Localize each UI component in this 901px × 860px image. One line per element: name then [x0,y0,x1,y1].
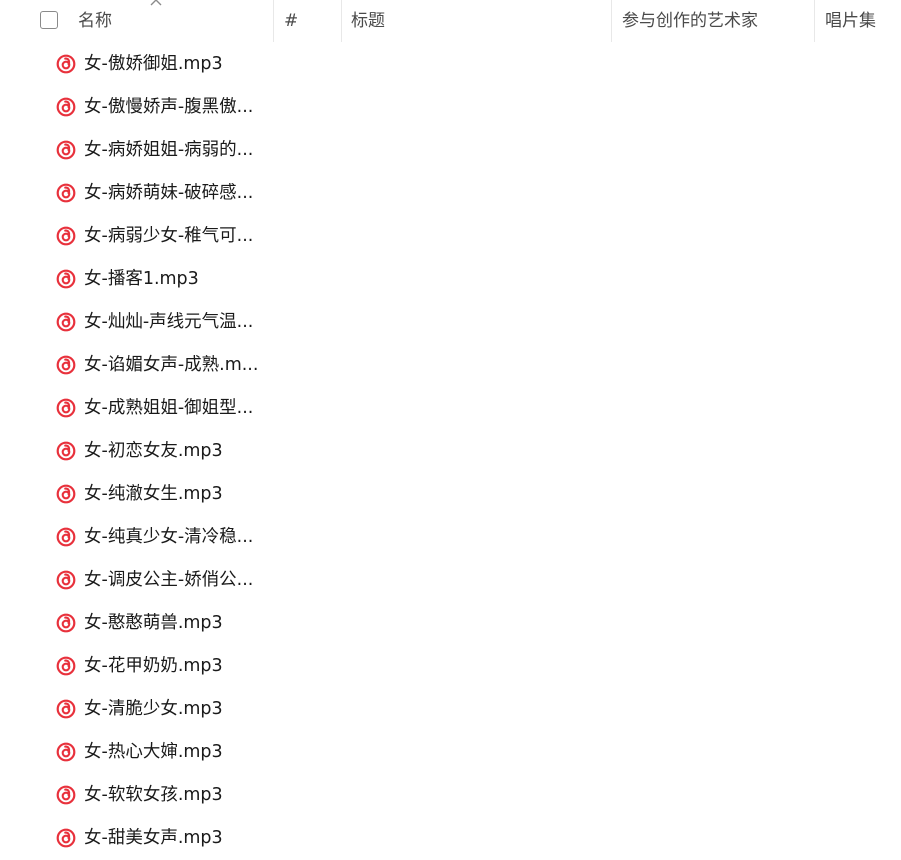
file-row[interactable]: 女-傲慢娇声-腹黑傲... [0,86,901,129]
file-name: 女-花甲奶奶.mp3 [84,656,223,676]
column-divider[interactable] [611,0,612,42]
file-row[interactable]: 女-纯真少女-清冷稳... [0,516,901,559]
file-row[interactable]: 女-傲娇御姐.mp3 [0,43,901,86]
file-row[interactable]: 女-甜美女声.mp3 [0,817,901,860]
file-row[interactable]: 女-清脆少女.mp3 [0,688,901,731]
netease-music-icon [56,570,76,590]
netease-music-icon [56,226,76,246]
file-row[interactable]: 女-热心大婶.mp3 [0,731,901,774]
netease-music-icon [56,613,76,633]
netease-music-icon [56,183,76,203]
netease-music-icon [56,269,76,289]
column-header-album[interactable]: 唱片集 [825,0,876,42]
file-row[interactable]: 女-播客1.mp3 [0,258,901,301]
file-row[interactable]: 女-灿灿-声线元气温... [0,301,901,344]
file-row[interactable]: 女-病弱少女-稚气可... [0,215,901,258]
netease-music-icon [56,54,76,74]
file-name: 女-初恋女友.mp3 [84,441,223,461]
netease-music-icon [56,527,76,547]
file-name: 女-热心大婶.mp3 [84,742,223,762]
netease-music-icon [56,828,76,848]
file-name: 女-傲慢娇声-腹黑傲... [84,97,254,117]
sort-ascending-icon[interactable] [149,0,163,8]
netease-music-icon [56,484,76,504]
column-divider[interactable] [341,0,342,42]
file-row[interactable]: 女-病娇姐姐-病弱的... [0,129,901,172]
column-header-number[interactable]: # [284,0,298,42]
file-name: 女-病弱少女-稚气可... [84,226,254,246]
netease-music-icon [56,742,76,762]
column-divider[interactable] [273,0,274,42]
file-name: 女-纯真少女-清冷稳... [84,527,254,547]
netease-music-icon [56,656,76,676]
file-name: 女-灿灿-声线元气温... [84,312,254,332]
file-row[interactable]: 女-病娇萌妹-破碎感... [0,172,901,215]
file-row[interactable]: 女-纯澈女生.mp3 [0,473,901,516]
file-row[interactable]: 女-成熟姐姐-御姐型... [0,387,901,430]
column-header-bar: 名称 # 标题 参与创作的艺术家 唱片集 [0,0,901,42]
select-all-checkbox[interactable] [40,11,58,29]
file-name: 女-病娇萌妹-破碎感... [84,183,254,203]
file-row[interactable]: 女-花甲奶奶.mp3 [0,645,901,688]
column-header-artist[interactable]: 参与创作的艺术家 [622,0,758,42]
file-name: 女-甜美女声.mp3 [84,828,223,848]
file-name: 女-成熟姐姐-御姐型... [84,398,254,418]
netease-music-icon [56,699,76,719]
netease-music-icon [56,312,76,332]
file-name: 女-清脆少女.mp3 [84,699,223,719]
column-header-title[interactable]: 标题 [351,0,385,42]
file-row[interactable]: 女-谄媚女声-成熟.m... [0,344,901,387]
file-name: 女-谄媚女声-成熟.m... [84,355,259,375]
file-name: 女-憨憨萌兽.mp3 [84,613,223,633]
netease-music-icon [56,97,76,117]
netease-music-icon [56,441,76,461]
file-name: 女-纯澈女生.mp3 [84,484,223,504]
file-name: 女-病娇姐姐-病弱的... [84,140,254,160]
column-divider[interactable] [814,0,815,42]
file-row[interactable]: 女-初恋女友.mp3 [0,430,901,473]
column-header-name[interactable]: 名称 [78,0,112,42]
netease-music-icon [56,355,76,375]
netease-music-icon [56,398,76,418]
netease-music-icon [56,785,76,805]
file-name: 女-调皮公主-娇俏公... [84,570,254,590]
file-name: 女-播客1.mp3 [84,269,199,289]
netease-music-icon [56,140,76,160]
file-row[interactable]: 女-调皮公主-娇俏公... [0,559,901,602]
file-name: 女-软软女孩.mp3 [84,785,223,805]
file-row[interactable]: 女-软软女孩.mp3 [0,774,901,817]
file-row[interactable]: 女-憨憨萌兽.mp3 [0,602,901,645]
file-name: 女-傲娇御姐.mp3 [84,54,223,74]
